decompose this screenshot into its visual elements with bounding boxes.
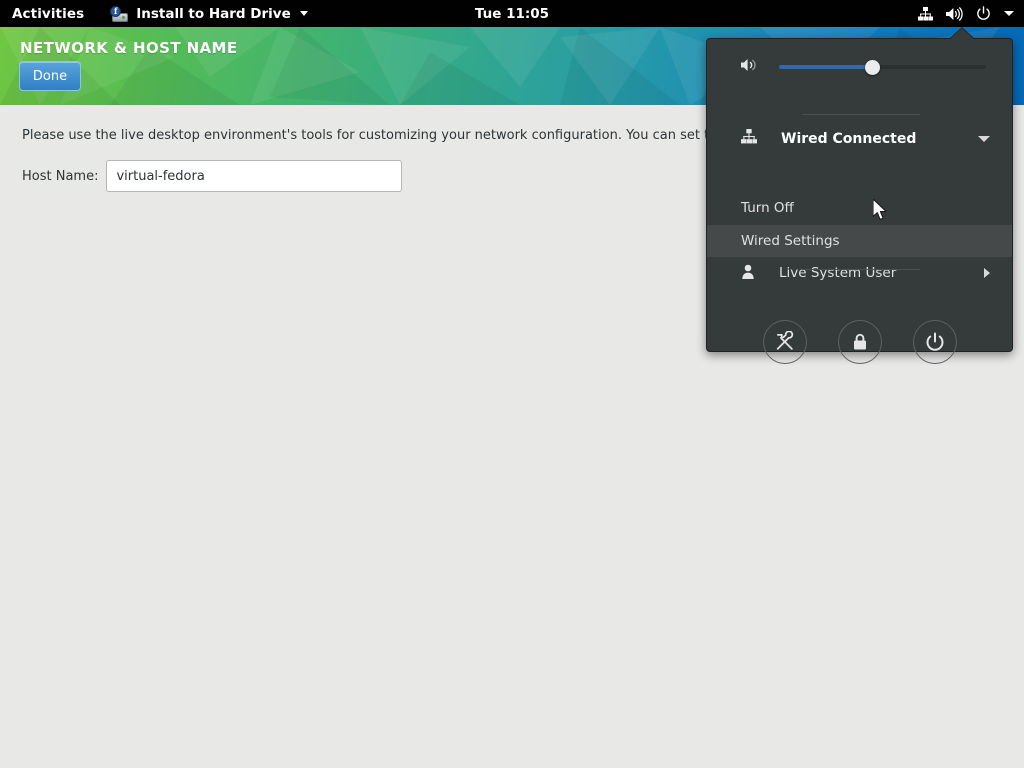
wired-network-icon <box>741 129 758 148</box>
fedora-f-badge: f <box>110 5 122 17</box>
popup-arrow <box>950 28 974 39</box>
power-icon[interactable] <box>976 6 991 21</box>
host-name-input[interactable] <box>106 160 403 192</box>
slider-handle[interactable] <box>865 59 881 75</box>
volume-medium-icon[interactable] <box>741 57 761 77</box>
volume-high-icon[interactable] <box>946 6 963 21</box>
done-button[interactable]: Done <box>19 61 81 91</box>
wired-network-icon[interactable] <box>918 6 933 21</box>
chevron-down-icon <box>299 11 308 16</box>
separator-bottom <box>802 269 920 270</box>
system-menu-popup: Wired Connected Turn Off Wired Settings … <box>706 28 1013 364</box>
system-status-area[interactable] <box>906 0 1024 27</box>
slider-fill <box>779 65 873 69</box>
install-to-hard-drive-icon: f <box>110 5 129 22</box>
menu-item-label: Turn Off <box>741 200 794 216</box>
page-title: NETWORK & HOST NAME <box>20 39 238 57</box>
chevron-right-icon <box>984 268 990 278</box>
volume-slider[interactable] <box>779 58 986 76</box>
host-name-label: Host Name: <box>22 168 99 184</box>
user-name-label: Live System User <box>779 265 897 281</box>
menu-item-wired-settings[interactable]: Wired Settings <box>707 225 1012 257</box>
chevron-down-icon[interactable] <box>978 135 990 142</box>
settings-button[interactable] <box>762 320 807 364</box>
app-menu-label: Install to Hard Drive <box>136 5 291 22</box>
network-status-label: Wired Connected <box>781 130 917 147</box>
menu-item-label: Wired Settings <box>741 233 840 249</box>
gnome-top-bar: Activities f Install to Hard Drive Tue 1… <box>0 0 1024 27</box>
network-section-header[interactable]: Wired Connected <box>707 120 1012 157</box>
host-name-row: Host Name: <box>22 160 403 192</box>
lock-button[interactable] <box>837 320 882 364</box>
app-menu-button[interactable]: f Install to Hard Drive <box>102 0 316 27</box>
clock-label[interactable]: Tue 11:05 <box>475 6 549 22</box>
menu-item-turn-off[interactable]: Turn Off <box>707 192 1012 224</box>
separator-top <box>802 114 920 115</box>
menu-item-live-system-user[interactable]: Live System User <box>707 257 1012 289</box>
power-button[interactable] <box>912 320 957 364</box>
user-avatar-icon <box>741 264 755 283</box>
chevron-down-icon[interactable] <box>1004 11 1014 16</box>
activities-button[interactable]: Activities <box>0 0 94 27</box>
system-actions-row <box>707 320 1012 364</box>
screen: NETWORK & HOST NAME Done Please use the … <box>0 0 1024 768</box>
volume-row <box>707 39 1012 95</box>
